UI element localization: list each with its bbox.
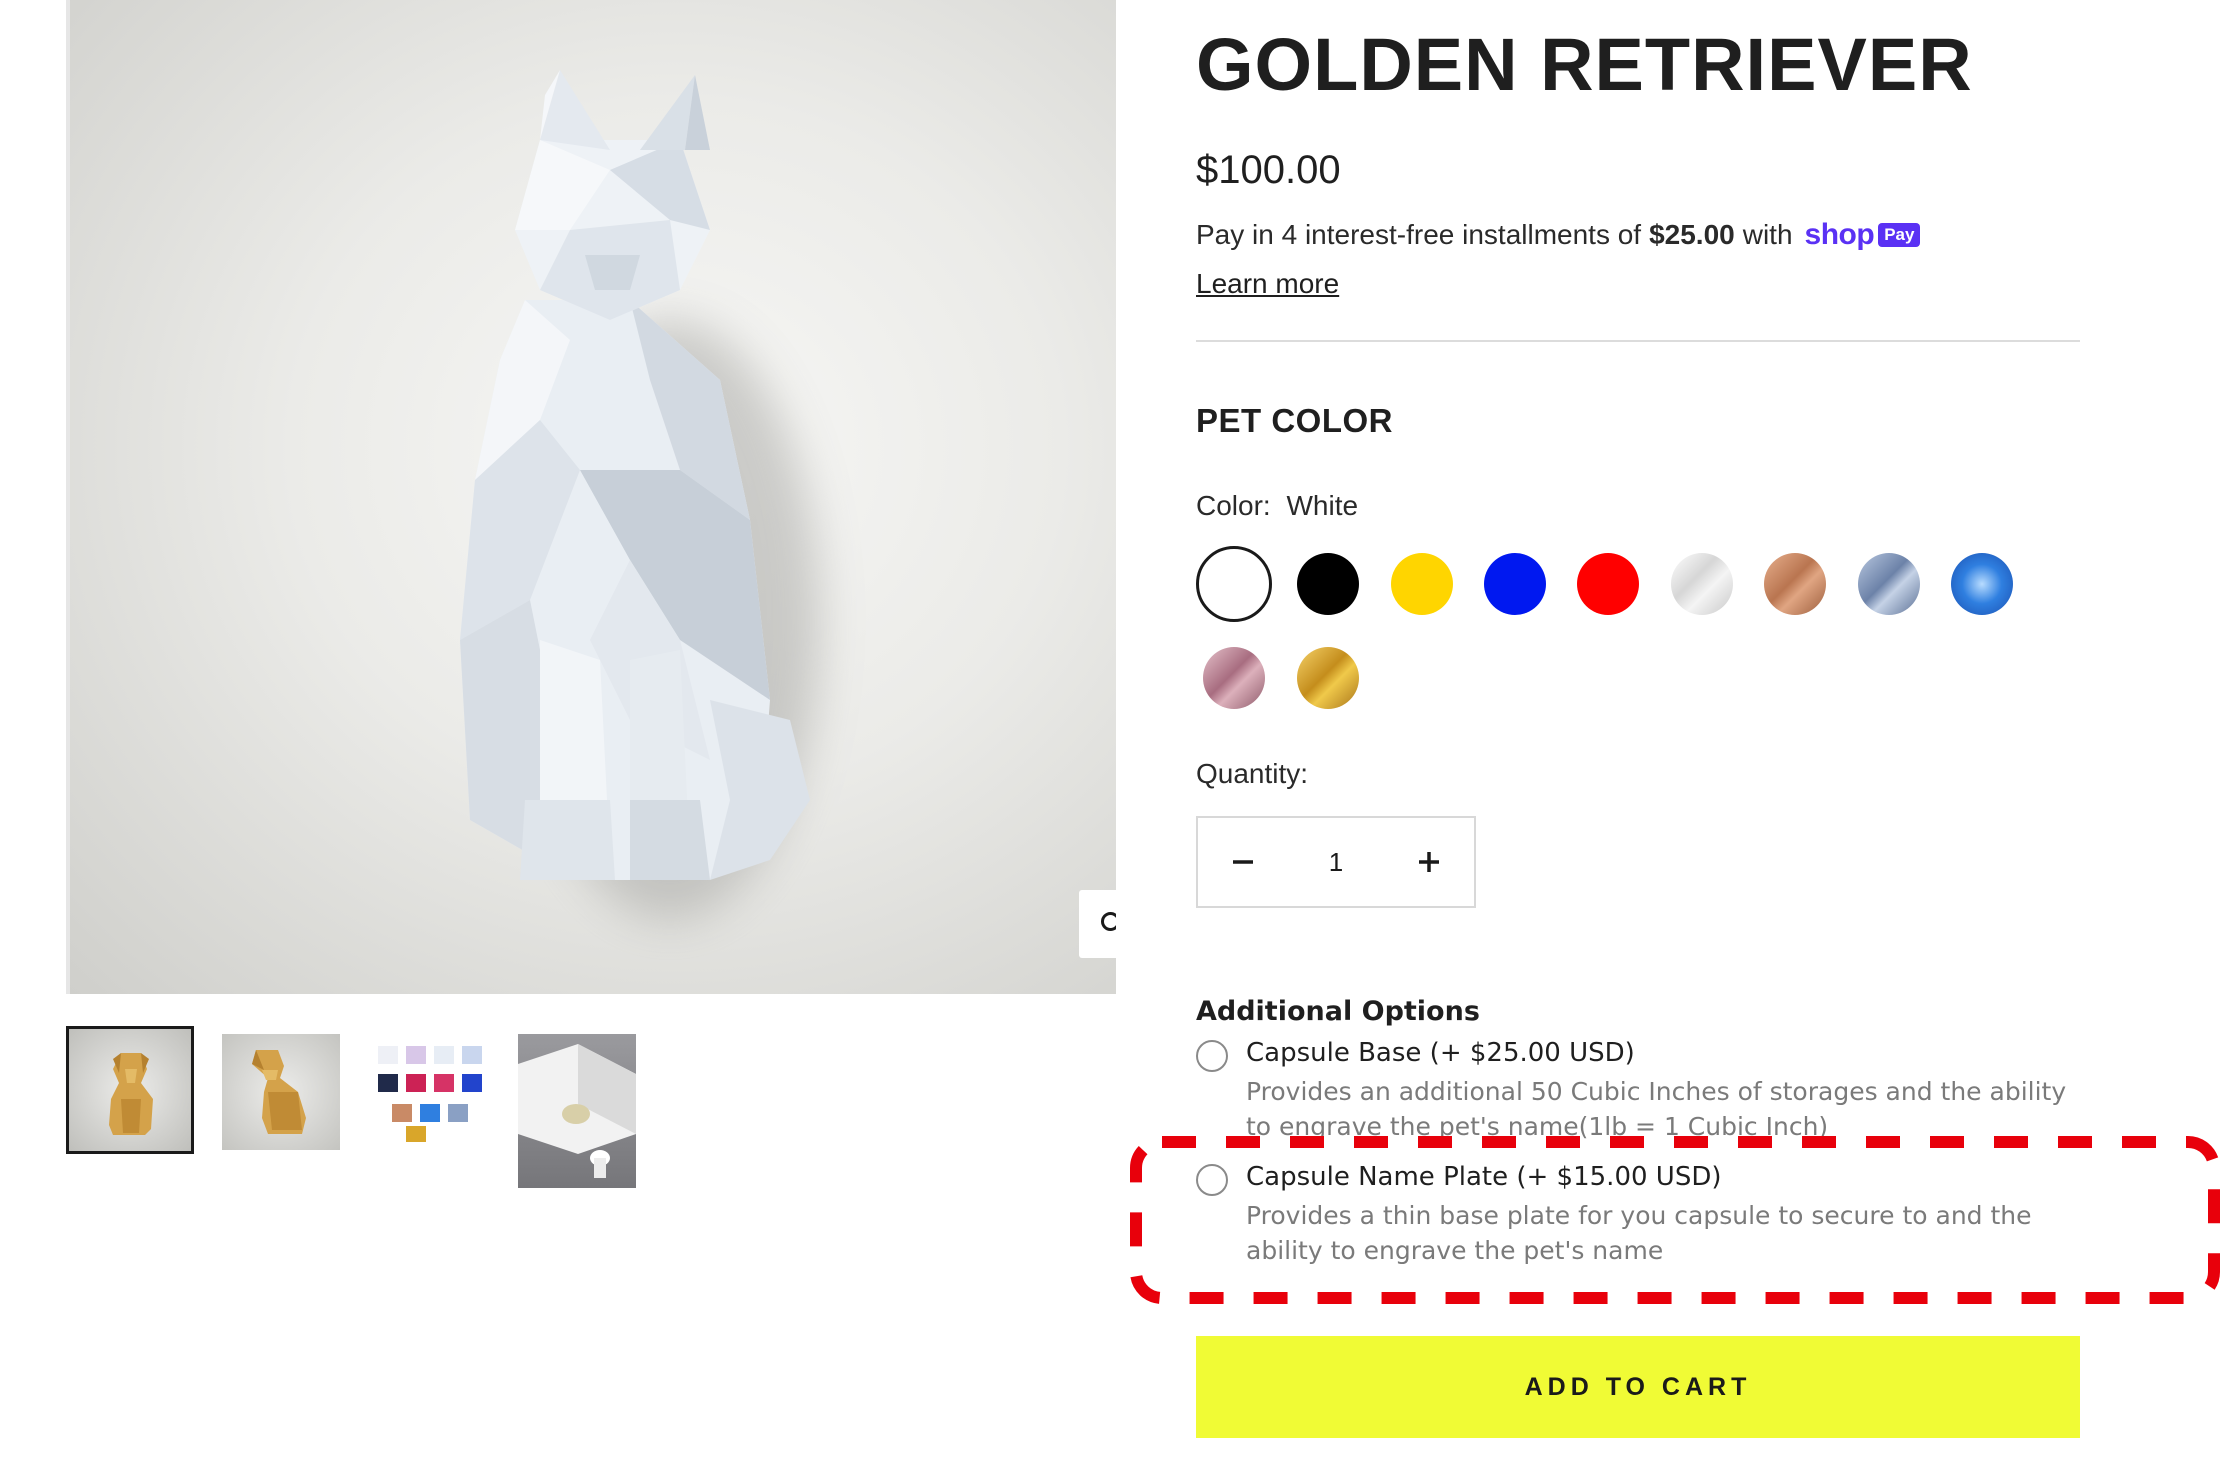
installments-prefix: Pay in 4 interest-free installments of [1196,219,1642,250]
installment-amount: $25.00 [1649,219,1735,250]
installments-info: Pay in 4 interest-free installments of $… [1196,218,1921,252]
quantity-increase-button[interactable] [1384,818,1474,906]
quantity-input[interactable] [1294,845,1378,879]
selected-color-value: White [1286,490,1359,521]
additional-options-heading: Additional Options [1196,996,1480,1027]
shop-pay-logo: shop Pay [1805,218,1921,252]
thumbnail-golden-dog-side[interactable] [222,1034,340,1150]
capsule-base-description: Provides an additional 50 Cubic Inches o… [1246,1077,2067,1141]
color-swatch-rose[interactable] [1203,647,1265,709]
color-swatch-metallic-blue[interactable] [1951,553,2013,615]
capsule-name-plate-description: Provides a thin base plate for you capsu… [1246,1201,2032,1265]
capsule-name-plate-label[interactable]: Capsule Name Plate (+ $15.00 USD) [1246,1162,1722,1192]
color-swatch-silver[interactable] [1671,553,1733,615]
golden-dog-front-image [109,1053,153,1135]
search-icon [1101,912,1116,931]
shop-pay-word: shop [1804,218,1875,251]
color-swatch-red[interactable] [1577,553,1639,615]
color-label-text: Color: [1196,490,1271,521]
add-to-cart-button[interactable]: ADD TO CART [1196,1336,2080,1438]
plus-icon [1419,852,1439,872]
product-main-image[interactable] [66,0,1116,994]
product-title: GOLDEN RETRIEVER [1196,23,1973,106]
color-swatch-yellow[interactable] [1391,553,1453,615]
capsule-base-label[interactable]: Capsule Base (+ $25.00 USD) [1246,1038,1635,1068]
capsule-base-image [518,1044,636,1178]
thumbnail-golden-dog-front[interactable] [66,1026,194,1154]
capsule-name-plate-radio[interactable] [1196,1164,1228,1196]
color-swatch-copper[interactable] [1764,553,1826,615]
pet-color-heading: PET COLOR [1196,402,1394,439]
divider [1196,340,2080,342]
quantity-decrease-button[interactable] [1198,818,1288,906]
color-swatch-black[interactable] [1297,553,1359,615]
thumbnail-capsule-base[interactable] [518,1034,636,1188]
shop-pay-badge: Pay [1878,223,1921,247]
capsule-base-radio[interactable] [1196,1040,1228,1072]
color-swatch-blue[interactable] [1484,553,1546,615]
color-swatch-steel-blue[interactable] [1858,553,1920,615]
color-swatch-gold[interactable] [1297,647,1359,709]
cat-sculpture-image [460,70,820,920]
color-chart-image [378,1046,482,1142]
quantity-stepper [1196,816,1476,908]
color-swatch-white[interactable] [1196,546,1272,622]
learn-more-link[interactable]: Learn more [1196,268,1339,300]
minus-icon [1233,860,1253,864]
product-price: $100.00 [1196,148,1341,192]
quantity-label: Quantity: [1196,758,1309,789]
color-label: Color: White [1196,490,1358,522]
zoom-button[interactable] [1079,890,1116,958]
thumbnail-color-chart[interactable] [372,1034,490,1150]
golden-dog-side-image [252,1050,306,1134]
installments-suffix: with [1742,219,1793,250]
